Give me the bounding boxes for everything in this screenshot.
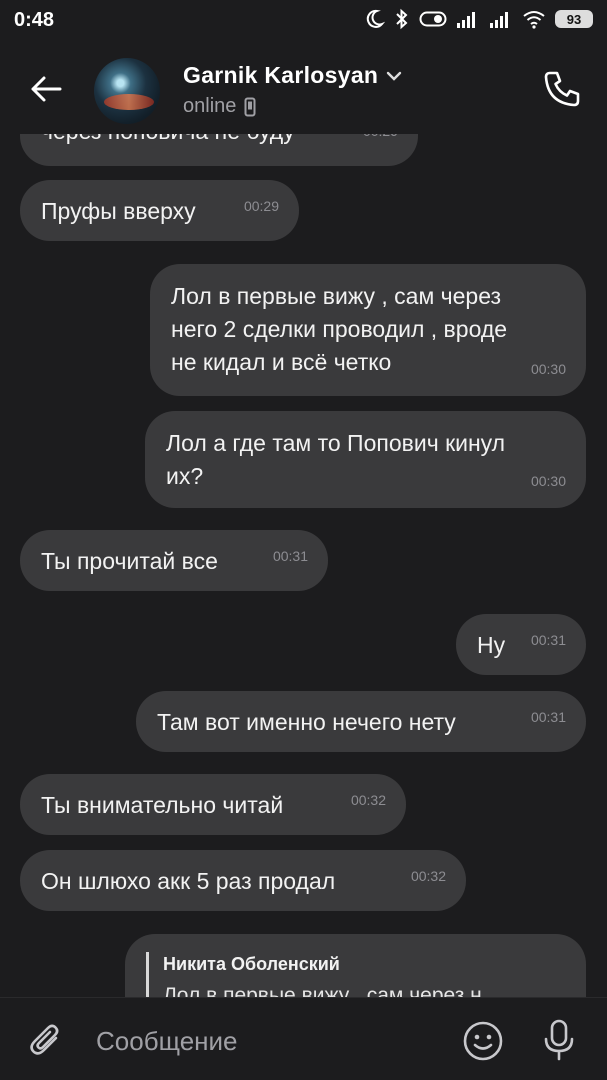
message-text: Ты прочитай все [41,548,218,574]
message-text: Он шлюхо акк 5 раз продал [41,868,336,894]
message-time: 00:29 [243,198,279,214]
online-status: online [183,95,237,117]
contact-name: Garnik Karlosyan [183,62,379,88]
chat-screen: 0:48 93 Garnik Karlosyan online Пруфы вв… [0,0,607,1080]
chat-header: Garnik Karlosyan online [0,44,607,134]
arrow-left-icon [31,76,62,102]
message-text: через поповича не буду [41,134,295,148]
message-text: Ну [477,632,506,658]
toggle-icon [419,11,447,27]
message-outgoing[interactable]: Лол в первые вижу , сам через него 2 сде… [150,264,586,396]
signal-icon [457,12,475,28]
microphone-icon [544,1019,574,1061]
message-text: Лол а где там то Попович кинул их? [166,430,506,489]
moon-icon [366,9,385,28]
message-time: 00:31 [530,709,566,725]
phone-call-icon [544,71,580,107]
message-time: 00:30 [530,361,566,377]
contact-name-row[interactable]: Garnik Karlosyan [183,62,402,89]
emoji-button[interactable] [460,1018,506,1064]
reply-author: Никита Оболенский [163,954,340,974]
battery-icon: 93 [555,10,593,28]
signal-icon [490,12,508,28]
mic-button[interactable] [536,1016,582,1064]
call-button[interactable] [537,66,587,112]
phone-device-icon [244,97,256,116]
message-time: 00:32 [410,868,446,884]
message-outgoing-reply[interactable]: Никита Оболенский Лол в первые вижу , са… [125,934,586,997]
bluetooth-icon [396,8,408,30]
message-outgoing[interactable]: Там вот именно нечего нету 00:31 [136,691,586,752]
wifi-icon [523,11,545,29]
reply-text: Лол в первые вижу , сам через н [163,984,482,997]
message-text: Там вот именно нечего нету [157,709,456,735]
smiley-icon [463,1021,503,1061]
chevron-down-icon [387,71,402,81]
message-outgoing[interactable]: Лол а где там то Попович кинул их? 00:30 [145,411,586,508]
status-bar: 0:48 93 [0,0,607,44]
message-text: Ты внимательно читай [41,792,284,818]
reply-quote[interactable]: Никита Оболенский Лол в первые вижу , са… [146,952,566,997]
message-time: 00:31 [272,548,308,564]
message-list[interactable]: через поповича не буду 00:29 Пруфы вверх… [0,134,607,997]
message-incoming[interactable]: Он шлюхо акк 5 раз продал 00:32 [20,850,466,911]
back-button[interactable] [20,66,72,112]
message-composer [0,997,607,1080]
message-incoming[interactable]: Ты прочитай все 00:31 [20,530,328,591]
attach-button[interactable] [24,1018,70,1064]
message-incoming[interactable]: Ты внимательно читай 00:32 [20,774,406,835]
message-time: 00:29 [363,134,398,148]
message-time: 00:30 [530,473,566,489]
message-time: 00:32 [350,792,386,808]
paperclip-icon [30,1024,59,1055]
contact-status: online [183,95,256,118]
status-icons: 93 [363,8,593,30]
avatar[interactable] [94,58,160,124]
message-text: Лол в первые вижу , сам через него 2 сде… [171,283,508,375]
message-incoming[interactable]: через поповича не буду 00:29 [20,134,418,166]
message-time: 00:31 [530,632,566,648]
status-time: 0:48 [14,9,55,31]
message-input[interactable] [96,1022,436,1060]
message-incoming[interactable]: Пруфы вверху 00:29 [20,180,299,241]
message-outgoing[interactable]: Ну 00:31 [456,614,586,675]
message-text: Пруфы вверху [41,198,196,224]
